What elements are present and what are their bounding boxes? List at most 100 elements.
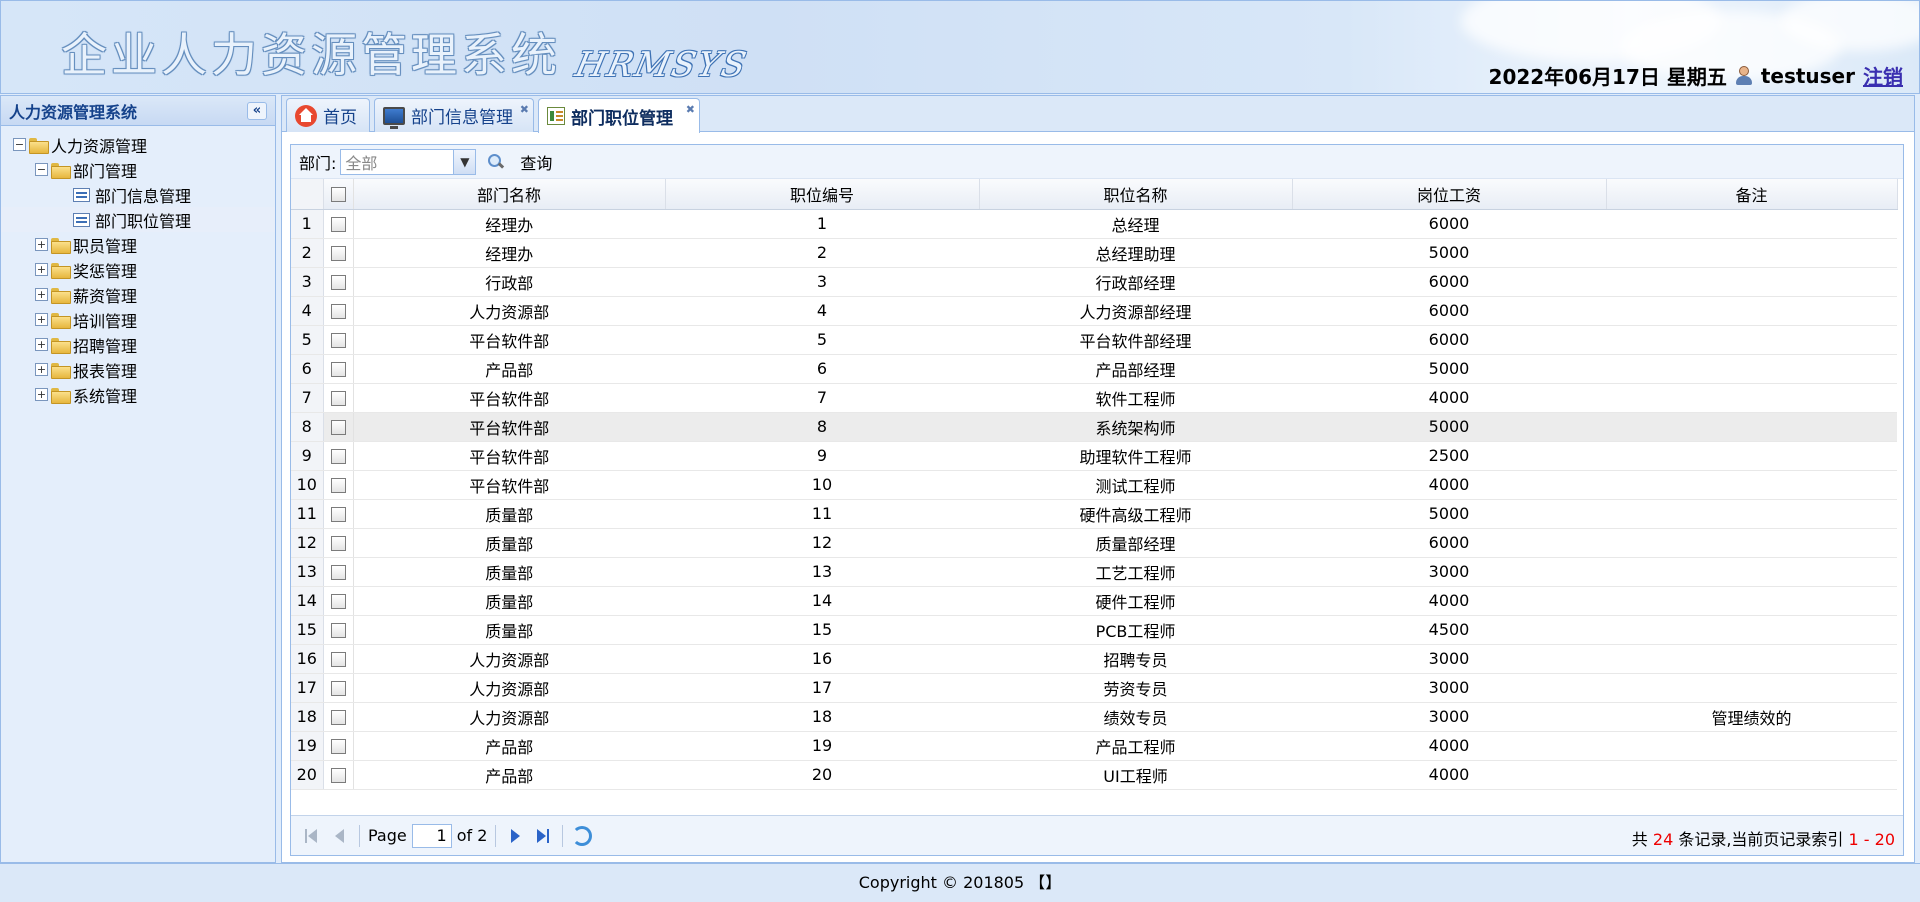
tree-item-reward[interactable]: + 奖惩管理 bbox=[1, 257, 275, 282]
row-checkbox[interactable] bbox=[323, 412, 354, 442]
cell-dept: 产品部 bbox=[353, 354, 665, 384]
close-icon[interactable]: ✖ bbox=[686, 103, 695, 116]
column-header[interactable]: 职位编号 bbox=[665, 179, 980, 210]
table-row[interactable]: 16 人力资源部 16 招聘专员 3000 bbox=[291, 644, 1897, 674]
row-checkbox[interactable] bbox=[323, 296, 354, 326]
row-checkbox[interactable] bbox=[323, 702, 354, 732]
row-checkbox[interactable] bbox=[323, 760, 354, 790]
row-checkbox[interactable] bbox=[323, 325, 354, 355]
dept-filter-select[interactable]: 全部 ▼ bbox=[340, 148, 477, 175]
page-number-input[interactable]: 1 bbox=[411, 823, 452, 848]
column-header[interactable]: 岗位工资 bbox=[1292, 179, 1607, 210]
collapse-toggle-icon[interactable]: − bbox=[13, 138, 26, 151]
tree-item-recruit[interactable]: + 招聘管理 bbox=[1, 332, 275, 357]
tab-home[interactable]: 首页 bbox=[286, 98, 370, 132]
table-row[interactable]: 18 人力资源部 18 绩效专员 3000 管理绩效的 bbox=[291, 702, 1897, 732]
cell-name: 产品部经理 bbox=[979, 354, 1292, 384]
row-checkbox[interactable] bbox=[323, 354, 354, 384]
record-info: 共 24 条记录,当前页记录索引 1 - 20 bbox=[1632, 826, 1895, 850]
row-checkbox[interactable] bbox=[323, 383, 354, 413]
tree-item-label: 系统管理 bbox=[73, 386, 138, 406]
tree-item-report[interactable]: + 报表管理 bbox=[1, 357, 275, 382]
tree-item-salary[interactable]: + 薪资管理 bbox=[1, 282, 275, 307]
row-checkbox[interactable] bbox=[323, 586, 354, 616]
expand-toggle-icon[interactable]: + bbox=[35, 313, 48, 326]
row-checkbox[interactable] bbox=[323, 615, 354, 645]
column-header[interactable]: 职位名称 bbox=[979, 179, 1293, 210]
table-row[interactable]: 19 产品部 19 产品工程师 4000 bbox=[291, 731, 1897, 761]
table-row[interactable]: 3 行政部 3 行政部经理 6000 bbox=[291, 267, 1897, 297]
tab-dept-info[interactable]: 部门信息管理 ✖ bbox=[374, 98, 534, 132]
table-row[interactable]: 7 平台软件部 7 软件工程师 4000 bbox=[291, 383, 1897, 413]
refresh-icon[interactable] bbox=[571, 825, 593, 847]
table-row[interactable]: 6 产品部 6 产品部经理 5000 bbox=[291, 354, 1897, 384]
tab-dept-position[interactable]: 部门职位管理 ✖ bbox=[538, 98, 700, 133]
dept-filter-value: 全部 bbox=[345, 153, 378, 173]
row-checkbox[interactable] bbox=[323, 499, 354, 529]
table-row[interactable]: 10 平台软件部 10 测试工程师 4000 bbox=[291, 470, 1897, 500]
expand-toggle-icon[interactable]: + bbox=[35, 388, 48, 401]
row-checkbox[interactable] bbox=[323, 441, 354, 471]
expand-toggle-icon[interactable]: + bbox=[35, 263, 48, 276]
query-button[interactable]: 查询 bbox=[520, 150, 552, 174]
chevron-down-icon[interactable]: ▼ bbox=[453, 149, 476, 174]
row-checkbox[interactable] bbox=[323, 238, 354, 268]
row-number: 20 bbox=[291, 760, 324, 790]
tree-item-training[interactable]: + 培训管理 bbox=[1, 307, 275, 332]
last-page-icon[interactable] bbox=[532, 825, 554, 847]
tree-item-dept-position[interactable]: 部门职位管理 bbox=[1, 207, 275, 232]
table-row[interactable]: 15 质量部 15 PCB工程师 4500 bbox=[291, 615, 1897, 645]
table-row[interactable]: 11 质量部 11 硬件高级工程师 5000 bbox=[291, 499, 1897, 529]
double-chevron-left-icon[interactable]: « bbox=[247, 101, 267, 120]
first-page-icon[interactable] bbox=[301, 825, 323, 847]
column-header[interactable]: 备注 bbox=[1606, 179, 1898, 210]
row-checkbox[interactable] bbox=[323, 528, 354, 558]
select-all-checkbox[interactable] bbox=[323, 179, 354, 210]
table-row[interactable]: 1 经理办 1 总经理 6000 bbox=[291, 209, 1897, 239]
search-icon[interactable] bbox=[488, 153, 504, 170]
expand-toggle-icon[interactable]: + bbox=[35, 363, 48, 376]
row-checkbox[interactable] bbox=[323, 673, 354, 703]
cell-id: 8 bbox=[665, 412, 979, 442]
table-row[interactable]: 12 质量部 12 质量部经理 6000 bbox=[291, 528, 1897, 558]
row-checkbox[interactable] bbox=[323, 731, 354, 761]
table-row[interactable]: 9 平台软件部 9 助理软件工程师 2500 bbox=[291, 441, 1897, 471]
close-icon[interactable]: ✖ bbox=[520, 103, 529, 116]
app-header: 企业人力资源管理系统 HRMSYS 2022年06月17日 星期五 testus… bbox=[0, 0, 1920, 94]
cell-id: 20 bbox=[665, 760, 979, 790]
table-row[interactable]: 14 质量部 14 硬件工程师 4000 bbox=[291, 586, 1897, 616]
prev-page-icon[interactable] bbox=[329, 825, 351, 847]
table-row[interactable]: 4 人力资源部 4 人力资源部经理 6000 bbox=[291, 296, 1897, 326]
logout-link[interactable]: 注销 bbox=[1863, 61, 1903, 90]
tree-root[interactable]: − 人力资源管理 bbox=[1, 132, 275, 157]
row-checkbox[interactable] bbox=[323, 470, 354, 500]
next-page-icon[interactable] bbox=[504, 825, 526, 847]
cell-id: 1 bbox=[665, 209, 979, 239]
table-row[interactable]: 5 平台软件部 5 平台软件部经理 6000 bbox=[291, 325, 1897, 355]
tree-item-staff[interactable]: + 职员管理 bbox=[1, 232, 275, 257]
tab-label: 部门职位管理 bbox=[571, 108, 673, 129]
cell-id: 17 bbox=[665, 673, 979, 703]
row-number: 17 bbox=[291, 673, 324, 703]
collapse-toggle-icon[interactable]: − bbox=[35, 163, 48, 176]
expand-toggle-icon[interactable]: + bbox=[35, 288, 48, 301]
row-number: 12 bbox=[291, 528, 324, 558]
table-row[interactable]: 17 人力资源部 17 劳资专员 3000 bbox=[291, 673, 1897, 703]
table-row[interactable]: 13 质量部 13 工艺工程师 3000 bbox=[291, 557, 1897, 587]
row-checkbox[interactable] bbox=[323, 267, 354, 297]
row-checkbox[interactable] bbox=[323, 209, 354, 239]
table-row[interactable]: 20 产品部 20 UI工程师 4000 bbox=[291, 760, 1897, 790]
username: testuser bbox=[1760, 63, 1855, 88]
tree-item-system[interactable]: + 系统管理 bbox=[1, 382, 275, 407]
table-row[interactable]: 8 平台软件部 8 系统架构师 5000 bbox=[291, 412, 1897, 442]
row-checkbox[interactable] bbox=[323, 557, 354, 587]
tree-item-label: 奖惩管理 bbox=[73, 261, 138, 281]
table-row[interactable]: 2 经理办 2 总经理助理 5000 bbox=[291, 238, 1897, 268]
expand-toggle-icon[interactable]: + bbox=[35, 338, 48, 351]
row-checkbox[interactable] bbox=[323, 644, 354, 674]
tree-item-dept-mgmt[interactable]: − 部门管理 bbox=[1, 157, 275, 182]
cell-name: 总经理 bbox=[979, 209, 1292, 239]
tree-item-dept-info[interactable]: 部门信息管理 bbox=[1, 182, 275, 207]
expand-toggle-icon[interactable]: + bbox=[35, 238, 48, 251]
column-header[interactable]: 部门名称 bbox=[353, 179, 666, 210]
